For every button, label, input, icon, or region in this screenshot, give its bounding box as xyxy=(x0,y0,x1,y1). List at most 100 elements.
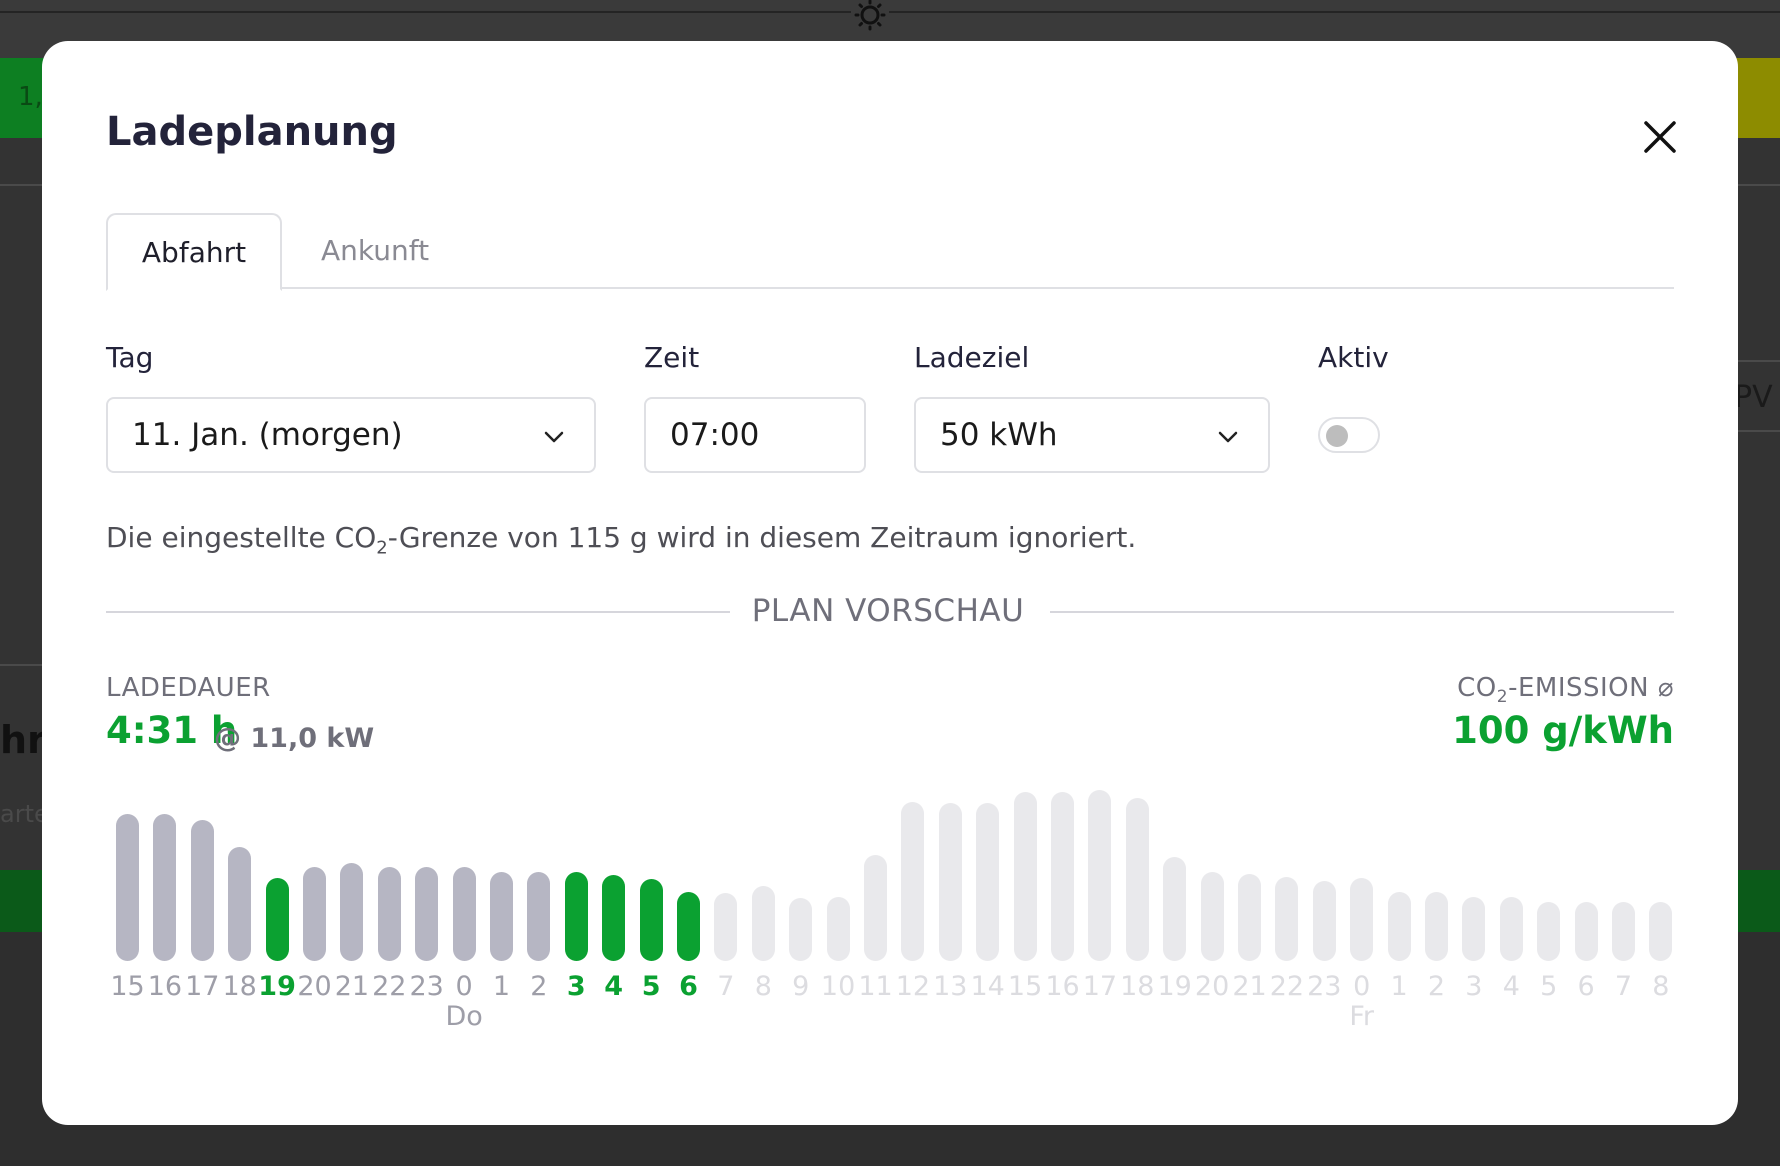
chart-tick-label: 8 xyxy=(1652,971,1670,1002)
chart-bar xyxy=(1200,872,1224,961)
chart-tick-label: 22 xyxy=(1269,971,1305,1002)
chart-bar xyxy=(1013,792,1037,961)
chart-bar xyxy=(901,802,925,961)
chart-bar xyxy=(303,867,326,961)
chart-bar xyxy=(1612,902,1635,961)
day-select-value: 11. Jan. (morgen) xyxy=(132,417,403,453)
chart-tick-label: 4 xyxy=(1502,971,1520,1002)
chart-tick-label: 2 xyxy=(530,971,548,1002)
chart-bar xyxy=(452,867,476,961)
chart-tick-label: 12 xyxy=(895,971,931,1002)
charging-plan-chart: 15 16 17 18 19 20 21 22 23 0 1 2 3 4 5 6 7 8 9 10 11 12 13 14 15… xyxy=(42,41,1738,1125)
chart-bar xyxy=(1088,790,1112,961)
chart-bar xyxy=(1350,878,1374,961)
chart-bar xyxy=(1125,798,1149,961)
chart-tick-label: 13 xyxy=(933,971,968,1002)
modal-title: Ladeplanung xyxy=(106,109,398,155)
chart-bar xyxy=(1574,902,1598,961)
chart-tick-label: 21 xyxy=(334,971,370,1002)
chart-bar xyxy=(1537,902,1561,961)
target-label: Ladeziel xyxy=(914,341,1030,374)
chart-bar xyxy=(1462,897,1486,961)
chart-bar xyxy=(415,867,439,961)
chart-bar xyxy=(228,847,252,961)
co2-limit-note: Die eingestellte CO2-Grenze von 115 g wi… xyxy=(106,521,1137,559)
chart-bar xyxy=(153,814,177,961)
chart-bar xyxy=(1051,792,1074,961)
chart-tick-label: 23 xyxy=(1307,971,1342,1002)
chart-bar xyxy=(1275,877,1299,961)
divider-left xyxy=(106,611,730,613)
chevron-down-icon xyxy=(1218,431,1238,443)
chart-bar xyxy=(602,875,626,961)
sun-icon xyxy=(851,0,889,34)
chart-tick-label: 1 xyxy=(1390,971,1408,1002)
tab-arrival[interactable]: Ankunft xyxy=(282,213,468,291)
background-heading: hr xyxy=(0,718,46,762)
chart-tick-label: 4 xyxy=(604,971,624,1002)
day-label: Tag xyxy=(106,341,154,374)
tab-departure[interactable]: Abfahrt xyxy=(106,213,282,291)
chart-bar xyxy=(116,814,139,961)
chart-bar xyxy=(1238,874,1261,961)
chart-tick-label: 18 xyxy=(222,971,257,1002)
chart-tick-label: 15 xyxy=(1007,971,1043,1002)
chart-tick-label: 11 xyxy=(858,971,893,1002)
chart-tick-label: 5 xyxy=(1540,971,1558,1002)
day-select[interactable]: 11. Jan. (morgen) xyxy=(106,397,596,473)
chart-bar xyxy=(340,863,364,961)
chart-tick-label: 6 xyxy=(679,971,698,1002)
time-label: Zeit xyxy=(644,341,700,374)
chevron-down-icon xyxy=(544,431,564,443)
chart-bar xyxy=(714,893,738,961)
chart-bar xyxy=(1312,881,1336,961)
chart-bar xyxy=(490,872,513,961)
plan-preview-heading: PLAN VORSCHAU xyxy=(751,593,1025,629)
chart-tick-label: 16 xyxy=(147,971,183,1002)
co2-emission-label: CO2-EMISSION ⌀ xyxy=(1457,673,1674,708)
chart-bar xyxy=(1387,892,1411,961)
chart-tick-label: 3 xyxy=(1465,971,1483,1002)
divider-right xyxy=(1050,611,1674,613)
chart-tick-label: 20 xyxy=(1194,971,1230,1002)
chart-tick-label: 8 xyxy=(754,971,772,1002)
target-select[interactable]: 50 kWh xyxy=(914,397,1270,473)
time-input-value: 07:00 xyxy=(670,417,760,453)
chart-bar xyxy=(751,886,775,961)
chart-tick-label: 0 xyxy=(455,971,473,1002)
active-toggle[interactable] xyxy=(1318,417,1380,453)
chart-bar xyxy=(564,872,588,961)
chart-tick-label: 16 xyxy=(1045,971,1080,1002)
chart-tick-label: 21 xyxy=(1232,971,1267,1002)
chart-bar xyxy=(639,879,663,961)
charging-plan-modal: Ladeplanung Abfahrt Ankunft Tag Zeit Lad… xyxy=(42,41,1738,1125)
time-input[interactable]: 07:00 xyxy=(644,397,866,473)
chart-tick-label: 5 xyxy=(641,971,661,1002)
chart-bar xyxy=(265,878,289,961)
toggle-knob xyxy=(1326,425,1348,447)
chart-tick-label: 2 xyxy=(1427,971,1446,1002)
chart-tick-label: 23 xyxy=(409,971,444,1002)
chart-bar xyxy=(677,892,700,961)
chart-bar xyxy=(1649,902,1673,961)
chart-bar xyxy=(938,803,962,961)
chart-bar xyxy=(1425,892,1448,961)
close-icon xyxy=(1644,121,1676,153)
chart-tick-label: 20 xyxy=(297,971,332,1002)
duration-label: LADEDAUER xyxy=(106,673,271,703)
chart-tick-label: 1 xyxy=(492,971,511,1002)
chart-tick-label: 0 xyxy=(1353,971,1371,1002)
active-label: Aktiv xyxy=(1318,341,1389,374)
chart-bar xyxy=(789,898,813,961)
chart-bar xyxy=(826,897,850,961)
chart-tick-label: 7 xyxy=(717,971,735,1002)
chart-bar xyxy=(976,803,1000,961)
chart-tick-label: 18 xyxy=(1120,971,1155,1002)
close-button[interactable] xyxy=(1638,115,1682,159)
chart-bar xyxy=(1499,897,1523,961)
chart-day-label: Fr xyxy=(1349,1001,1375,1032)
tab-bar: Abfahrt Ankunft xyxy=(106,213,1674,291)
chart-bar xyxy=(377,867,401,961)
target-select-value: 50 kWh xyxy=(940,417,1058,453)
chart-bar xyxy=(864,855,887,961)
